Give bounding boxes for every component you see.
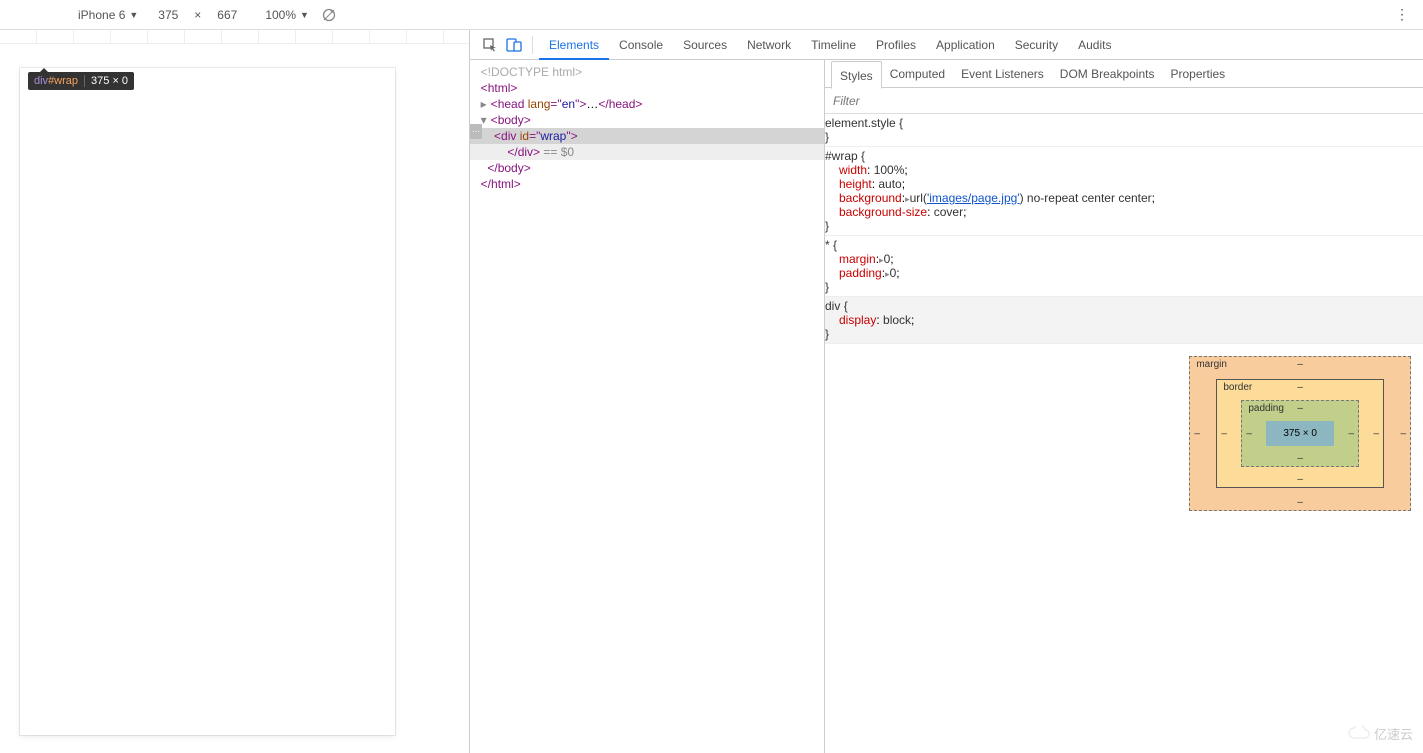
zoom-value: 100% [265, 8, 296, 22]
tab-timeline[interactable]: Timeline [801, 30, 866, 60]
dom-line[interactable]: <!DOCTYPE html> [470, 64, 824, 80]
box-model-panel: margin ‒ ‒ ‒ ‒ border ‒ ‒ ‒ ‒ [825, 344, 1423, 753]
dom-line[interactable]: ▾<body> [470, 112, 824, 128]
bm-padding-label: padding [1248, 403, 1284, 414]
tooltip-size: 375 × 0 [84, 75, 128, 87]
rotate-icon[interactable] [321, 7, 337, 23]
stab-computed[interactable]: Computed [882, 60, 953, 88]
height-input[interactable] [207, 8, 247, 22]
inspect-icon[interactable] [478, 33, 502, 57]
device-mode-icon[interactable] [502, 33, 526, 57]
tab-elements[interactable]: Elements [539, 30, 609, 60]
chevron-down-icon: ▼ [129, 10, 138, 20]
dom-tree[interactable]: ⋯ <!DOCTYPE html> <html> ▸<head lang="en… [470, 60, 825, 753]
dom-line[interactable]: ▸<head lang="en">…</head> [470, 96, 824, 112]
dom-line[interactable]: <html> [470, 80, 824, 96]
rule-universal[interactable]: * { margin:▸0; padding:▸0; } [825, 236, 1423, 297]
stab-properties[interactable]: Properties [1162, 60, 1233, 88]
tab-audits[interactable]: Audits [1068, 30, 1121, 60]
dim-separator: × [194, 8, 201, 22]
device-name: iPhone 6 [78, 8, 125, 22]
tab-application[interactable]: Application [926, 30, 1005, 60]
viewport-column: div#wrap 375 × 0 [0, 30, 470, 753]
dom-line[interactable]: </div> == $0 [470, 144, 824, 160]
styles-tabs: Styles Computed Event Listeners DOM Brea… [825, 60, 1423, 88]
styles-sidebar: Styles Computed Event Listeners DOM Brea… [825, 60, 1423, 753]
device-toolbar: iPhone 6 ▼ × 100% ▼ ⋮ [0, 0, 1423, 30]
chevron-down-icon: ▼ [300, 10, 309, 20]
watermark-text: 亿速云 [1374, 724, 1413, 743]
bm-margin-label: margin [1196, 359, 1227, 370]
filter-row [825, 88, 1423, 114]
device-frame[interactable]: div#wrap 375 × 0 [20, 68, 395, 735]
stab-dom-breakpoints[interactable]: DOM Breakpoints [1052, 60, 1163, 88]
css-rules: element.style { } #wrap { width: 100%; h… [825, 114, 1423, 344]
dom-line-selected[interactable]: <div id="wrap"> [470, 128, 824, 144]
tab-profiles[interactable]: Profiles [866, 30, 926, 60]
ruler [0, 30, 469, 44]
tab-security[interactable]: Security [1005, 30, 1068, 60]
gutter-handle-icon[interactable]: ⋯ [470, 124, 482, 139]
rule-div[interactable]: div { display: block; } [825, 297, 1423, 344]
element-tooltip: div#wrap 375 × 0 [28, 72, 134, 90]
dom-line[interactable]: </html> [470, 176, 824, 192]
devtools-tabs: Elements Console Sources Network Timelin… [470, 30, 1423, 60]
tab-console[interactable]: Console [609, 30, 673, 60]
dimensions: × [148, 8, 247, 22]
rule-wrap[interactable]: #wrap { width: 100%; height: auto; backg… [825, 147, 1423, 236]
bm-border-label: border [1223, 382, 1252, 393]
more-icon[interactable]: ⋮ [1389, 6, 1415, 23]
box-model[interactable]: margin ‒ ‒ ‒ ‒ border ‒ ‒ ‒ ‒ [1189, 356, 1411, 511]
url-link[interactable]: 'images/page.jpg' [927, 191, 1020, 205]
width-input[interactable] [148, 8, 188, 22]
filter-input[interactable] [825, 88, 1423, 113]
stab-styles[interactable]: Styles [831, 61, 882, 89]
tab-sources[interactable]: Sources [673, 30, 737, 60]
stab-event-listeners[interactable]: Event Listeners [953, 60, 1052, 88]
tooltip-id: #wrap [48, 75, 78, 87]
rule-element-style[interactable]: element.style { } [825, 114, 1423, 147]
device-selector[interactable]: iPhone 6 ▼ [78, 8, 138, 22]
devtools: Elements Console Sources Network Timelin… [470, 30, 1423, 753]
dom-line[interactable]: </body> [470, 160, 824, 176]
zoom-selector[interactable]: 100% ▼ [265, 8, 309, 22]
bm-content: 375 × 0 [1266, 421, 1334, 446]
tab-network[interactable]: Network [737, 30, 801, 60]
tooltip-tag: div [34, 75, 48, 87]
watermark: 亿速云 [1348, 724, 1413, 743]
